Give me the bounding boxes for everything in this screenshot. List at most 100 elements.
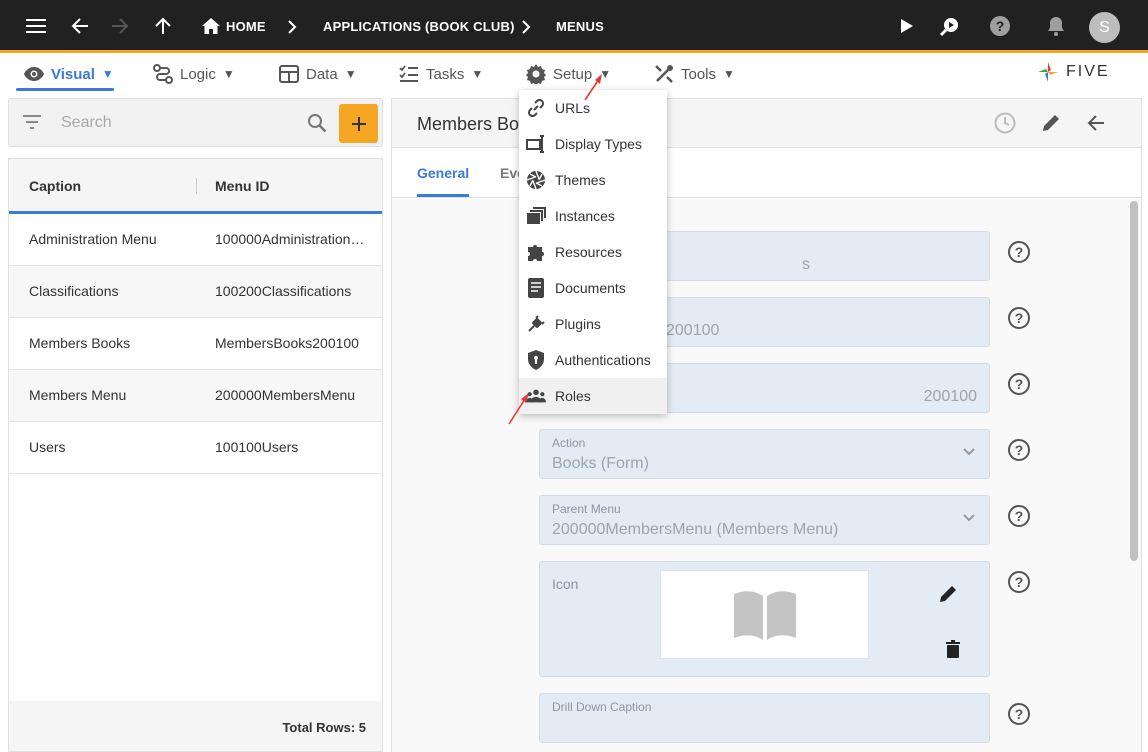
- action-select[interactable]: Action Books (Form): [539, 429, 990, 479]
- table-row[interactable]: Classifications 100200Classifications: [9, 266, 382, 318]
- detail-tabs: General Eve: [392, 148, 1141, 198]
- annotation-arrow-setup: [584, 74, 602, 101]
- setup-menu-item-label: Themes: [555, 172, 606, 188]
- menu-tools[interactable]: Tools ▼: [654, 56, 735, 92]
- breadcrumb-menus[interactable]: MENUS: [556, 0, 604, 53]
- menu-list: Caption Menu ID Administration Menu 1000…: [8, 158, 383, 752]
- gear-icon: [526, 64, 546, 84]
- breadcrumb-applications[interactable]: APPLICATIONS (BOOK CLUB): [323, 0, 515, 53]
- search-bar: [8, 98, 383, 147]
- tab-general[interactable]: General: [417, 165, 469, 181]
- help-icon[interactable]: ?: [1008, 241, 1030, 263]
- breadcrumb-home[interactable]: HOME: [226, 0, 266, 53]
- setup-menu-item-themes[interactable]: Themes: [519, 162, 667, 198]
- help-icon[interactable]: ?: [1008, 373, 1030, 395]
- setup-menu-item-resources[interactable]: Resources: [519, 234, 667, 270]
- row-caption: Members Books: [29, 335, 131, 351]
- setup-menu-item-label: Roles: [555, 388, 591, 404]
- search-run-icon[interactable]: [938, 14, 962, 38]
- setup-dropdown-menu: URLs Display Types Themes Instances Reso…: [519, 90, 667, 414]
- setup-menu-item-label: Documents: [555, 280, 626, 296]
- column-header-caption[interactable]: Caption: [29, 178, 81, 194]
- setup-menu-item-plugins[interactable]: Plugins: [519, 306, 667, 342]
- five-logo: FIVE: [1036, 58, 1110, 86]
- home-icon[interactable]: [199, 14, 223, 38]
- help-icon[interactable]: ?: [988, 14, 1012, 38]
- setup-menu-item-instances[interactable]: Instances: [519, 198, 667, 234]
- form-scrollbar[interactable]: [1130, 201, 1138, 561]
- total-rows-count: Total Rows: 5: [282, 720, 366, 735]
- add-record-button[interactable]: [339, 104, 378, 143]
- row-caption: Classifications: [29, 283, 119, 299]
- up-arrow-icon[interactable]: [151, 14, 175, 38]
- table-row[interactable]: Members Books MembersBooks200100: [9, 318, 382, 370]
- icon-field: Icon: [539, 561, 990, 677]
- list-panel: Caption Menu ID Administration Menu 1000…: [8, 98, 383, 752]
- setup-menu-item-display-types[interactable]: Display Types: [519, 126, 667, 162]
- list-footer: Total Rows: 5: [9, 701, 382, 751]
- setup-menu-item-roles[interactable]: Roles: [519, 378, 667, 414]
- search-icon[interactable]: [307, 113, 327, 133]
- form-area: s ? 200100 ? 200100 ? Action Books (Form…: [392, 199, 1141, 752]
- help-icon[interactable]: ?: [1008, 703, 1030, 725]
- history-clock-icon[interactable]: [993, 111, 1017, 135]
- setup-menu-item-documents[interactable]: Documents: [519, 270, 667, 306]
- dropdown-caret-icon: ▼: [723, 67, 735, 81]
- dropdown-caret-icon: ▼: [471, 67, 484, 81]
- table-row[interactable]: Administration Menu 100000Administration…: [9, 214, 382, 266]
- list-header: Caption Menu ID: [9, 159, 382, 214]
- plus-icon: [351, 116, 366, 131]
- active-menu-indicator: [16, 88, 114, 91]
- table-row[interactable]: Members Menu 200000MembersMenu: [9, 370, 382, 422]
- menu-logic[interactable]: Logic ▼: [153, 56, 235, 92]
- forward-arrow-icon[interactable]: [108, 14, 132, 38]
- play-icon[interactable]: [895, 14, 919, 38]
- search-input[interactable]: [61, 111, 291, 135]
- menu-tasks[interactable]: Tasks ▼: [399, 56, 483, 92]
- edit-pencil-icon[interactable]: [1039, 111, 1063, 135]
- caption-field-value: s: [802, 256, 810, 273]
- detail-header: Members Bo: [392, 99, 1141, 148]
- column-header-menu-id[interactable]: Menu ID: [215, 178, 269, 194]
- dropdown-caret-icon: ▼: [101, 67, 114, 81]
- menu-data[interactable]: Data ▼: [279, 56, 357, 92]
- setup-menu-item-label: Display Types: [555, 136, 642, 152]
- icon-field-label: Icon: [552, 576, 579, 592]
- detail-title: Members Bo: [417, 114, 520, 134]
- delete-trash-icon[interactable]: [946, 640, 964, 662]
- breadcrumb-chevron-icon: [287, 0, 297, 53]
- table-row[interactable]: Users 100100Users: [9, 422, 382, 474]
- column-divider[interactable]: [196, 178, 197, 194]
- menu-visual[interactable]: Visual ▼: [24, 56, 114, 92]
- help-icon[interactable]: ?: [1008, 571, 1030, 593]
- notification-bell-icon[interactable]: [1044, 14, 1068, 38]
- user-avatar[interactable]: S: [1089, 12, 1120, 43]
- dropdown-caret-icon: ▼: [344, 67, 357, 81]
- menu-logic-label: Logic: [180, 65, 216, 83]
- back-arrow-icon[interactable]: [68, 14, 92, 38]
- setup-menu-item-authentications[interactable]: Authentications: [519, 342, 667, 378]
- setup-menu-item-label: URLs: [555, 100, 591, 116]
- active-tab-indicator: [417, 194, 469, 197]
- back-arrow-icon[interactable]: [1084, 111, 1108, 135]
- filter-icon[interactable]: [23, 115, 41, 129]
- main-menubar: Visual ▼ Logic ▼ Data ▼ Tasks ▼ Setup ▼ …: [0, 56, 1148, 94]
- edit-icon-pencil-icon[interactable]: [938, 584, 960, 606]
- hamburger-menu-icon[interactable]: [24, 14, 48, 38]
- parent-menu-select[interactable]: Parent Menu 200000MembersMenu (Members M…: [539, 495, 990, 545]
- help-icon[interactable]: ?: [1008, 307, 1030, 329]
- menu-tasks-label: Tasks: [426, 65, 465, 83]
- help-icon[interactable]: ?: [1008, 505, 1030, 527]
- icon-preview: [660, 570, 869, 659]
- link-icon: [526, 98, 546, 118]
- setup-menu-item-label: Plugins: [555, 316, 601, 332]
- row-caption: Administration Menu: [29, 231, 157, 247]
- row-menu-id: 100000Administration…: [215, 231, 365, 247]
- top-bar: HOME APPLICATIONS (BOOK CLUB) MENUS ? S: [0, 0, 1148, 53]
- help-icon[interactable]: ?: [1008, 439, 1030, 461]
- breadcrumb-chevron-icon: [521, 0, 531, 53]
- instances-icon: [526, 206, 546, 226]
- menu-tools-label: Tools: [681, 65, 717, 83]
- drill-down-caption-field[interactable]: Drill Down Caption: [539, 693, 990, 743]
- chevron-down-icon: [963, 514, 975, 522]
